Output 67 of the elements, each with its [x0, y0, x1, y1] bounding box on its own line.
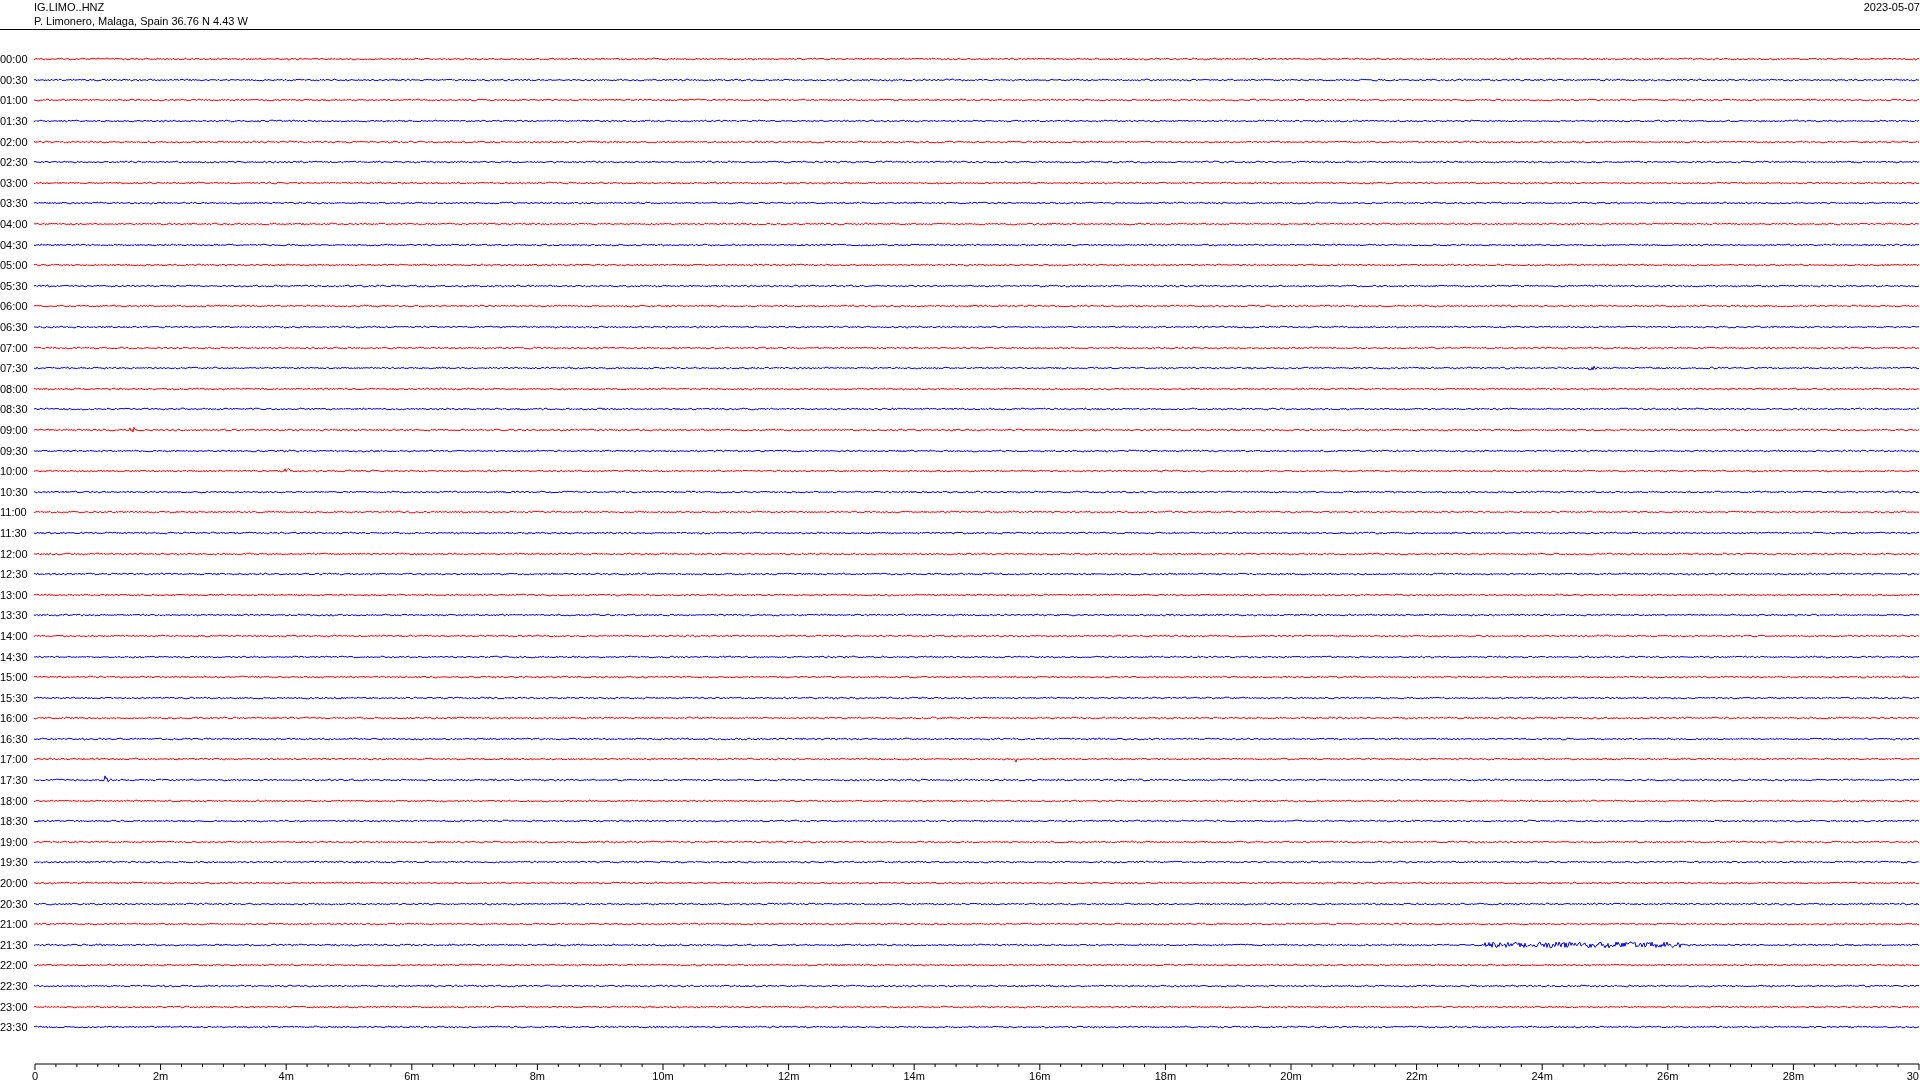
axis-tick-label: 22m [1405, 1069, 1428, 1080]
time-label: 00:00 [0, 53, 29, 66]
time-label: 22:00 [0, 959, 29, 972]
time-label: 03:00 [0, 176, 29, 189]
time-label: 18:00 [0, 794, 29, 807]
time-label: 15:00 [0, 671, 29, 684]
axis-tick-label: 4m [278, 1069, 294, 1080]
axis-tick-label: 0 [32, 1069, 39, 1080]
time-label: 22:30 [0, 980, 29, 992]
time-label: 13:00 [0, 588, 29, 601]
time-label: 05:00 [0, 259, 29, 272]
time-label: 16:30 [0, 732, 29, 745]
time-label: 04:00 [0, 218, 29, 231]
axis-tick-label: 18m [1154, 1069, 1177, 1080]
time-label: 19:00 [0, 835, 29, 848]
time-label: 14:30 [0, 650, 29, 663]
time-label: 14:00 [0, 629, 29, 642]
time-label: 11:00 [0, 506, 28, 519]
axis-tick-label: 30 [1906, 1069, 1919, 1080]
time-label: 04:30 [0, 238, 29, 251]
time-label: 12:00 [0, 547, 29, 560]
time-label: 16:00 [0, 712, 29, 725]
axis-tick-label: 20m [1280, 1069, 1302, 1080]
time-label: 09:30 [0, 444, 29, 457]
time-label: 06:00 [0, 300, 29, 313]
time-label: 00:30 [0, 73, 29, 86]
time-label: 12:30 [0, 568, 29, 581]
time-label: 10:30 [0, 485, 29, 498]
time-label: 20:00 [0, 877, 29, 890]
time-label: 23:30 [0, 1021, 29, 1034]
time-label: 13:30 [0, 609, 29, 622]
time-label: 01:00 [0, 94, 29, 107]
time-label: 08:30 [0, 403, 29, 416]
date-label: 2023-05-07 [1863, 0, 1920, 14]
time-label: 07:00 [0, 341, 29, 354]
axis-tick-label: 16m [1029, 1069, 1051, 1080]
axis-tick-label: 10m [652, 1069, 674, 1080]
time-label: 17:30 [0, 774, 29, 787]
time-label: 07:30 [0, 362, 29, 375]
station-location: P. Limonero, Malaga, Spain 36.76 N 4.43 W [34, 14, 248, 28]
time-label: 18:30 [0, 815, 29, 828]
time-label: 21:30 [0, 938, 29, 951]
time-label: 15:30 [0, 691, 29, 704]
time-label: 20:30 [0, 897, 29, 910]
time-label: 11:30 [0, 526, 28, 539]
time-label: 06:30 [0, 321, 29, 333]
time-label: 21:00 [0, 918, 29, 931]
axis-tick-label: 14m [903, 1069, 925, 1080]
channel-title: IG.LIMO..HNZ [34, 0, 105, 14]
time-label: 03:30 [0, 197, 29, 210]
axis-tick-label: 8m [529, 1069, 546, 1080]
axis-tick-label: 26m [1657, 1069, 1679, 1080]
axis-tick-label: 6m [404, 1069, 420, 1080]
time-label: 10:00 [0, 465, 29, 478]
time-label: 17:00 [0, 753, 29, 766]
axis-tick-label: 12m [777, 1069, 800, 1080]
time-label: 02:00 [0, 135, 29, 148]
time-label: 05:30 [0, 279, 29, 292]
time-label: 02:30 [0, 156, 29, 169]
time-label: 09:00 [0, 424, 29, 436]
time-label: 01:30 [0, 115, 29, 128]
time-label: 23:00 [0, 1000, 29, 1013]
time-label: 08:00 [0, 382, 29, 395]
axis-tick-label: 28m [1782, 1069, 1805, 1080]
time-label: 19:30 [0, 856, 29, 869]
axis-tick-label: 24m [1531, 1069, 1553, 1080]
axis-tick-label: 2m [152, 1069, 169, 1080]
